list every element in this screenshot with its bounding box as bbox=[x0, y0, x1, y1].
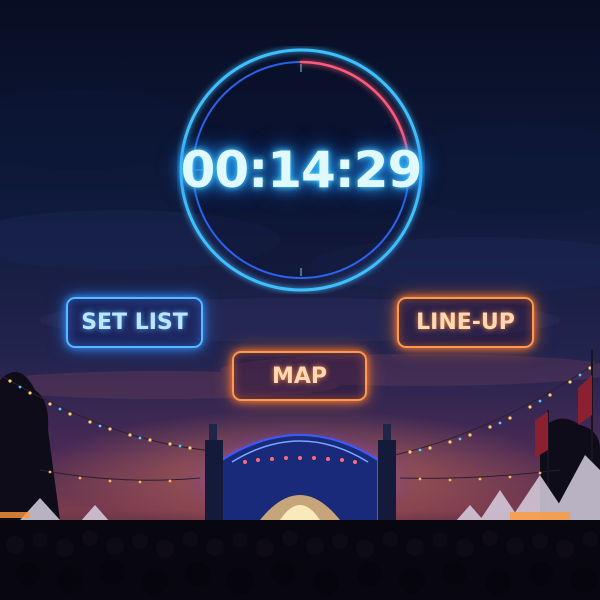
countdown-timer: 00:14:29 bbox=[177, 46, 425, 294]
stage bbox=[180, 424, 420, 535]
line-up-button[interactable]: LINE-UP bbox=[397, 297, 534, 348]
set-list-label: SET LIST bbox=[81, 310, 188, 335]
timer-display: 00:14:29 bbox=[180, 141, 423, 199]
map-button[interactable]: MAP bbox=[232, 351, 367, 401]
set-list-button[interactable]: SET LIST bbox=[66, 297, 203, 348]
line-up-label: LINE-UP bbox=[416, 310, 515, 335]
map-label: MAP bbox=[271, 363, 328, 389]
